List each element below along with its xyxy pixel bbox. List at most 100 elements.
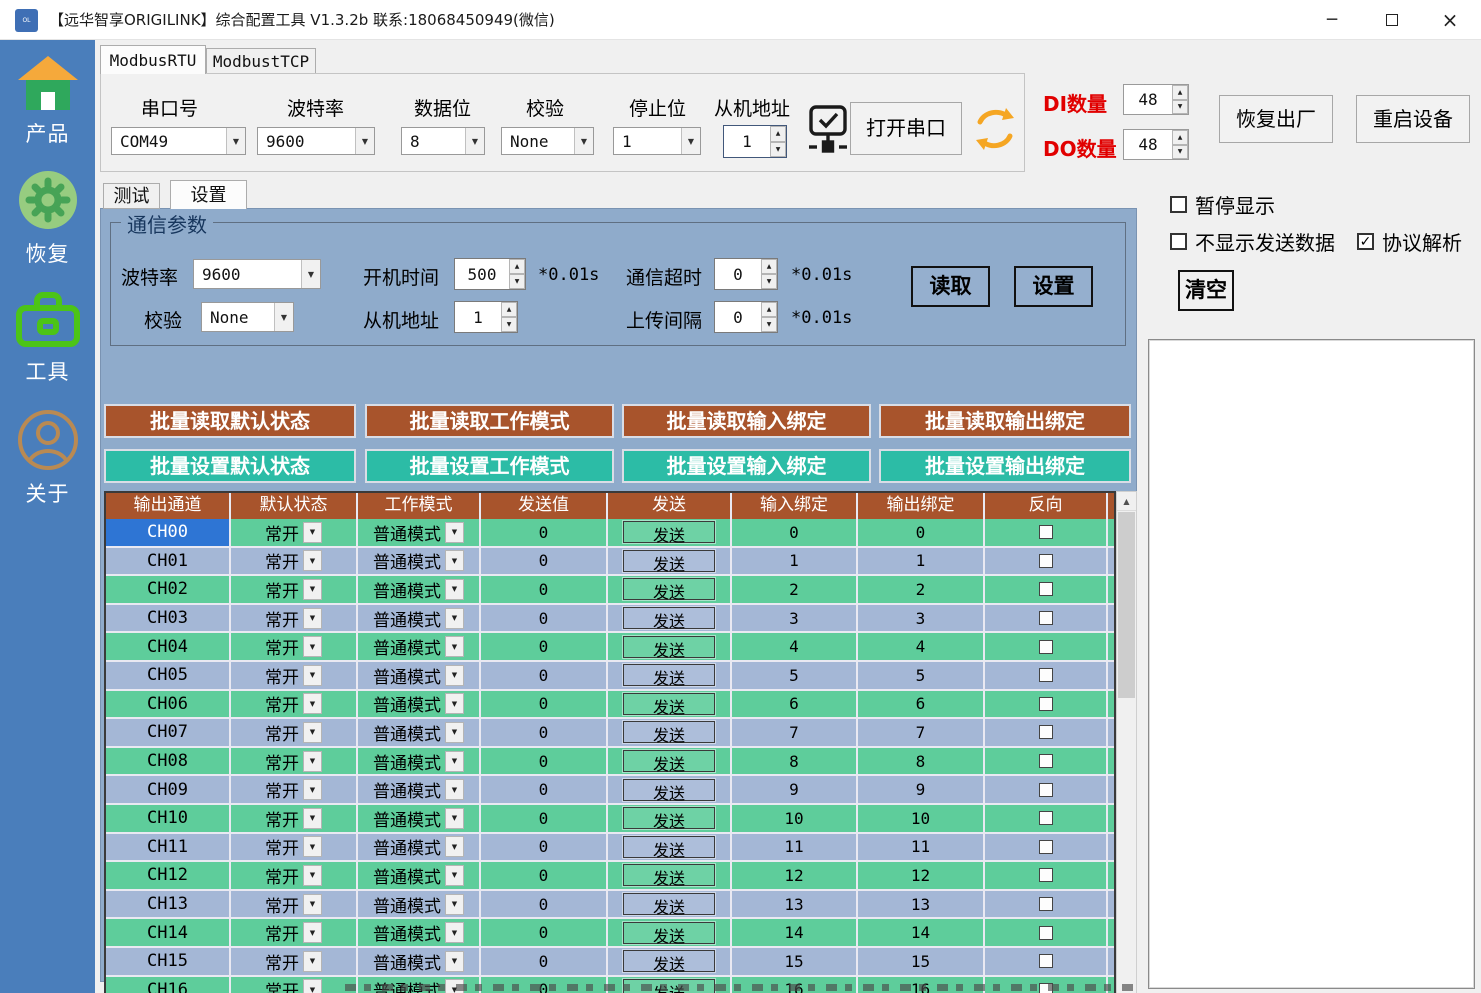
chevron-down-icon[interactable]: ▼ — [445, 722, 464, 743]
send-value-cell[interactable]: 0 — [481, 662, 608, 689]
close-button[interactable]: × — [1421, 0, 1479, 40]
work-mode-select[interactable]: 普通模式▼ — [358, 948, 481, 975]
default-state-select[interactable]: 常开▼ — [231, 748, 358, 775]
send-button[interactable]: 发送 — [623, 864, 715, 886]
work-mode-select[interactable]: 普通模式▼ — [358, 576, 481, 603]
channel-cell[interactable]: CH15 — [106, 948, 231, 975]
chevron-down-icon[interactable]: ▼ — [226, 128, 245, 154]
chevron-down-icon[interactable]: ▼ — [303, 894, 322, 915]
send-button[interactable]: 发送 — [623, 950, 715, 972]
output-bind-cell[interactable]: 8 — [858, 748, 985, 775]
invert-checkbox[interactable] — [1039, 554, 1053, 568]
channel-cell[interactable]: CH08 — [106, 748, 231, 775]
chevron-down-icon[interactable]: ▼ — [445, 636, 464, 657]
spin-up-icon[interactable]: ▲ — [770, 126, 786, 142]
chevron-down-icon[interactable]: ▼ — [445, 865, 464, 886]
invert-checkbox[interactable] — [1039, 754, 1053, 768]
invert-checkbox[interactable] — [1039, 725, 1053, 739]
default-state-select[interactable]: 常开▼ — [231, 891, 358, 918]
default-state-select[interactable]: 常开▼ — [231, 691, 358, 718]
send-value-cell[interactable]: 0 — [481, 834, 608, 861]
databits-select[interactable]: 8▼ — [401, 127, 485, 155]
chevron-down-icon[interactable]: ▼ — [303, 579, 322, 600]
send-value-cell[interactable]: 0 — [481, 948, 608, 975]
input-bind-cell[interactable]: 1 — [732, 548, 858, 575]
work-mode-select[interactable]: 普通模式▼ — [358, 776, 481, 803]
work-mode-select[interactable]: 普通模式▼ — [358, 691, 481, 718]
output-bind-cell[interactable]: 7 — [858, 719, 985, 746]
chevron-down-icon[interactable]: ▼ — [303, 722, 322, 743]
spin-down-icon[interactable]: ▼ — [770, 142, 786, 158]
send-value-cell[interactable]: 0 — [481, 748, 608, 775]
input-bind-cell[interactable]: 12 — [732, 862, 858, 889]
input-bind-cell[interactable]: 6 — [732, 691, 858, 718]
output-bind-cell[interactable]: 1 — [858, 548, 985, 575]
spin-up-icon[interactable]: ▲ — [1172, 85, 1188, 100]
factory-reset-button[interactable]: 恢复出厂 — [1219, 95, 1333, 143]
invert-checkbox[interactable] — [1039, 697, 1053, 711]
scrollbar-thumb[interactable] — [1118, 512, 1135, 698]
output-bind-cell[interactable]: 3 — [858, 605, 985, 632]
chevron-down-icon[interactable]: ▼ — [445, 751, 464, 772]
spin-down-icon[interactable]: ▼ — [509, 274, 525, 289]
work-mode-select[interactable]: 普通模式▼ — [358, 891, 481, 918]
default-state-select[interactable]: 常开▼ — [231, 633, 358, 660]
default-state-select[interactable]: 常开▼ — [231, 519, 358, 546]
reboot-device-button[interactable]: 重启设备 — [1356, 95, 1470, 143]
channel-cell[interactable]: CH04 — [106, 633, 231, 660]
chevron-down-icon[interactable]: ▼ — [445, 579, 464, 600]
batch-set-output-bind-button[interactable]: 批量设置输出绑定 — [879, 449, 1131, 483]
chevron-down-icon[interactable]: ▼ — [303, 951, 322, 972]
input-bind-cell[interactable]: 11 — [732, 834, 858, 861]
chevron-down-icon[interactable]: ▼ — [303, 665, 322, 686]
invert-checkbox[interactable] — [1039, 611, 1053, 625]
invert-checkbox[interactable] — [1039, 926, 1053, 940]
sidebar-item-products[interactable]: 产品 — [0, 54, 95, 148]
channel-cell[interactable]: CH10 — [106, 805, 231, 832]
output-bind-cell[interactable]: 4 — [858, 633, 985, 660]
spin-down-icon[interactable]: ▼ — [761, 317, 777, 332]
sidebar-item-about[interactable]: 关于 — [0, 408, 95, 508]
spin-down-icon[interactable]: ▼ — [501, 317, 517, 332]
work-mode-select[interactable]: 普通模式▼ — [358, 605, 481, 632]
chevron-down-icon[interactable]: ▼ — [303, 836, 322, 857]
send-button[interactable]: 发送 — [623, 750, 715, 772]
send-value-cell[interactable]: 0 — [481, 805, 608, 832]
default-state-select[interactable]: 常开▼ — [231, 605, 358, 632]
input-bind-cell[interactable]: 13 — [732, 891, 858, 918]
invert-checkbox[interactable] — [1039, 954, 1053, 968]
channel-cell[interactable]: CH03 — [106, 605, 231, 632]
chevron-down-icon[interactable]: ▼ — [465, 128, 484, 154]
chevron-down-icon[interactable]: ▼ — [303, 865, 322, 886]
channel-cell[interactable]: CH02 — [106, 576, 231, 603]
input-bind-cell[interactable]: 8 — [732, 748, 858, 775]
di-count-spinner[interactable]: 48 ▲▼ — [1123, 84, 1189, 115]
chevron-down-icon[interactable]: ▼ — [303, 751, 322, 772]
send-value-cell[interactable]: 0 — [481, 548, 608, 575]
output-bind-cell[interactable]: 13 — [858, 891, 985, 918]
chevron-down-icon[interactable]: ▼ — [445, 894, 464, 915]
sidebar-item-tools[interactable]: 工具 — [0, 288, 95, 386]
spin-up-icon[interactable]: ▲ — [509, 259, 525, 274]
output-bind-cell[interactable]: 12 — [858, 862, 985, 889]
send-button[interactable]: 发送 — [623, 893, 715, 915]
channel-cell[interactable]: CH12 — [106, 862, 231, 889]
clear-log-button[interactable]: 清空 — [1178, 270, 1234, 311]
input-bind-cell[interactable]: 3 — [732, 605, 858, 632]
comm-slave-spinner[interactable]: 1 ▲▼ — [454, 301, 518, 333]
default-state-select[interactable]: 常开▼ — [231, 805, 358, 832]
chevron-down-icon[interactable]: ▼ — [303, 979, 322, 993]
chevron-down-icon[interactable]: ▼ — [681, 128, 700, 154]
channel-cell[interactable]: CH06 — [106, 691, 231, 718]
open-serial-button[interactable]: 打开串口 — [850, 102, 962, 155]
chevron-down-icon[interactable]: ▼ — [303, 550, 322, 571]
output-bind-cell[interactable]: 11 — [858, 834, 985, 861]
send-value-cell[interactable]: 0 — [481, 919, 608, 946]
default-state-select[interactable]: 常开▼ — [231, 776, 358, 803]
comm-baud-select[interactable]: 9600▼ — [193, 259, 321, 289]
chevron-down-icon[interactable]: ▼ — [303, 636, 322, 657]
timeout-spinner[interactable]: 0 ▲▼ — [714, 258, 778, 290]
channel-cell[interactable]: CH01 — [106, 548, 231, 575]
invert-checkbox[interactable] — [1039, 783, 1053, 797]
chevron-down-icon[interactable]: ▼ — [355, 128, 374, 154]
